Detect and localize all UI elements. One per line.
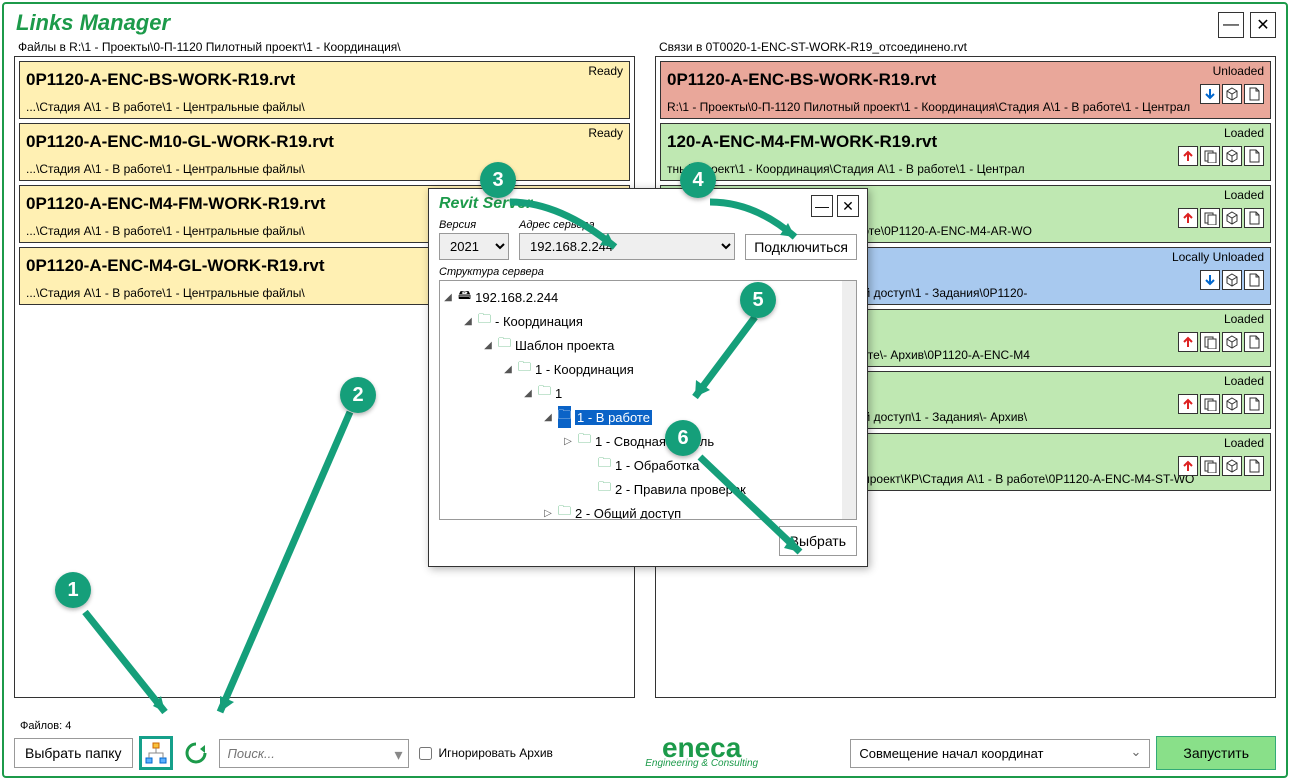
cube-icon[interactable] [1222,394,1242,414]
page-icon[interactable] [1244,456,1264,476]
revit-server-dialog: Revit Server — ✕ Версия 2021 Адрес серве… [428,188,868,567]
link-item[interactable]: Loaded 120-A-ENC-M4-FM-WORK-R19.rvt тный… [660,123,1271,181]
folder-icon: 🗀 [598,454,611,476]
close-button[interactable]: ✕ [1250,12,1276,38]
cube-icon[interactable] [1222,332,1242,352]
folder-icon: 🗀 [558,406,571,428]
page-icon[interactable] [1244,208,1264,228]
folder-icon: 🗀 [478,310,491,332]
copy-icon[interactable] [1200,146,1220,166]
search-input[interactable] [219,739,409,768]
app-title: Links Manager [4,4,1286,38]
dialog-close[interactable]: ✕ [837,195,859,217]
network-icon [144,741,168,765]
upload-icon[interactable] [1178,394,1198,414]
tree-selected[interactable]: 1 - В работе [575,410,652,425]
upload-icon[interactable] [1178,208,1198,228]
annotation-1: 1 [55,572,91,608]
annotation-5: 5 [740,282,776,318]
refresh-button[interactable] [179,736,213,770]
copy-icon[interactable] [1200,208,1220,228]
upload-icon[interactable] [1178,146,1198,166]
cube-icon[interactable] [1222,84,1242,104]
cube-icon[interactable] [1222,456,1242,476]
annotation-4: 4 [680,162,716,198]
dialog-minimize[interactable]: — [811,195,833,217]
folder-icon: 🗀 [538,382,551,404]
dialog-select-button[interactable]: Выбрать [779,526,857,556]
folder-icon: 🗀 [598,478,611,500]
copy-icon[interactable] [1200,332,1220,352]
server-icon: 🖴 [458,286,471,308]
page-icon[interactable] [1244,270,1264,290]
folder-icon: 🗀 [578,430,591,452]
folder-icon: 🗀 [498,334,511,356]
alignment-select[interactable]: Совмещение начал координат [850,739,1150,768]
files-count: Файлов: 4 [20,720,71,732]
copy-icon[interactable] [1200,456,1220,476]
annotation-6: 6 [665,420,701,456]
page-icon[interactable] [1244,394,1264,414]
ignore-archive-checkbox[interactable]: Игнорировать Архив [415,744,553,763]
cube-icon[interactable] [1222,146,1242,166]
tree-scrollbar[interactable] [842,281,856,519]
link-item[interactable]: Unloaded 0P1120-A-ENC-BS-WORK-R19.rvt R:… [660,61,1271,119]
select-folder-button[interactable]: Выбрать папку [14,738,133,768]
server-tree[interactable]: ◢🖴 192.168.2.244 ◢🗀 - Координация ◢🗀 Шаб… [439,280,857,520]
revit-server-button[interactable] [139,736,173,770]
run-button[interactable]: Запустить [1156,736,1276,770]
right-header: Связи в 0T0020-1-ENC-ST-WORK-R19_отсоеди… [655,38,1276,56]
page-icon[interactable] [1244,146,1264,166]
page-icon[interactable] [1244,332,1264,352]
refresh-icon [183,740,209,766]
connect-button[interactable]: Подключиться [745,234,857,260]
upload-icon[interactable] [1178,332,1198,352]
file-item[interactable]: Ready 0P1120-A-ENC-BS-WORK-R19.rvt ...\С… [19,61,630,119]
filter-icon: ▾ [394,745,402,765]
upload-icon[interactable] [1178,456,1198,476]
version-select[interactable]: 2021 [439,233,509,260]
annotation-3: 3 [480,162,516,198]
download-icon[interactable] [1200,270,1220,290]
brand-logo: eneca Engineering & Consulting [559,738,844,769]
minimize-button[interactable]: — [1218,12,1244,38]
cube-icon[interactable] [1222,270,1242,290]
page-icon[interactable] [1244,84,1264,104]
left-header: Файлы в R:\1 - Проекты\0-П-1120 Пилотный… [14,38,635,56]
server-address-select[interactable]: 192.168.2.244 [519,233,735,260]
download-icon[interactable] [1200,84,1220,104]
folder-icon: 🗀 [558,502,571,520]
file-item[interactable]: Ready 0P1120-A-ENC-M10-GL-WORK-R19.rvt .… [19,123,630,181]
copy-icon[interactable] [1200,394,1220,414]
folder-icon: 🗀 [518,358,531,380]
annotation-2: 2 [340,377,376,413]
cube-icon[interactable] [1222,208,1242,228]
